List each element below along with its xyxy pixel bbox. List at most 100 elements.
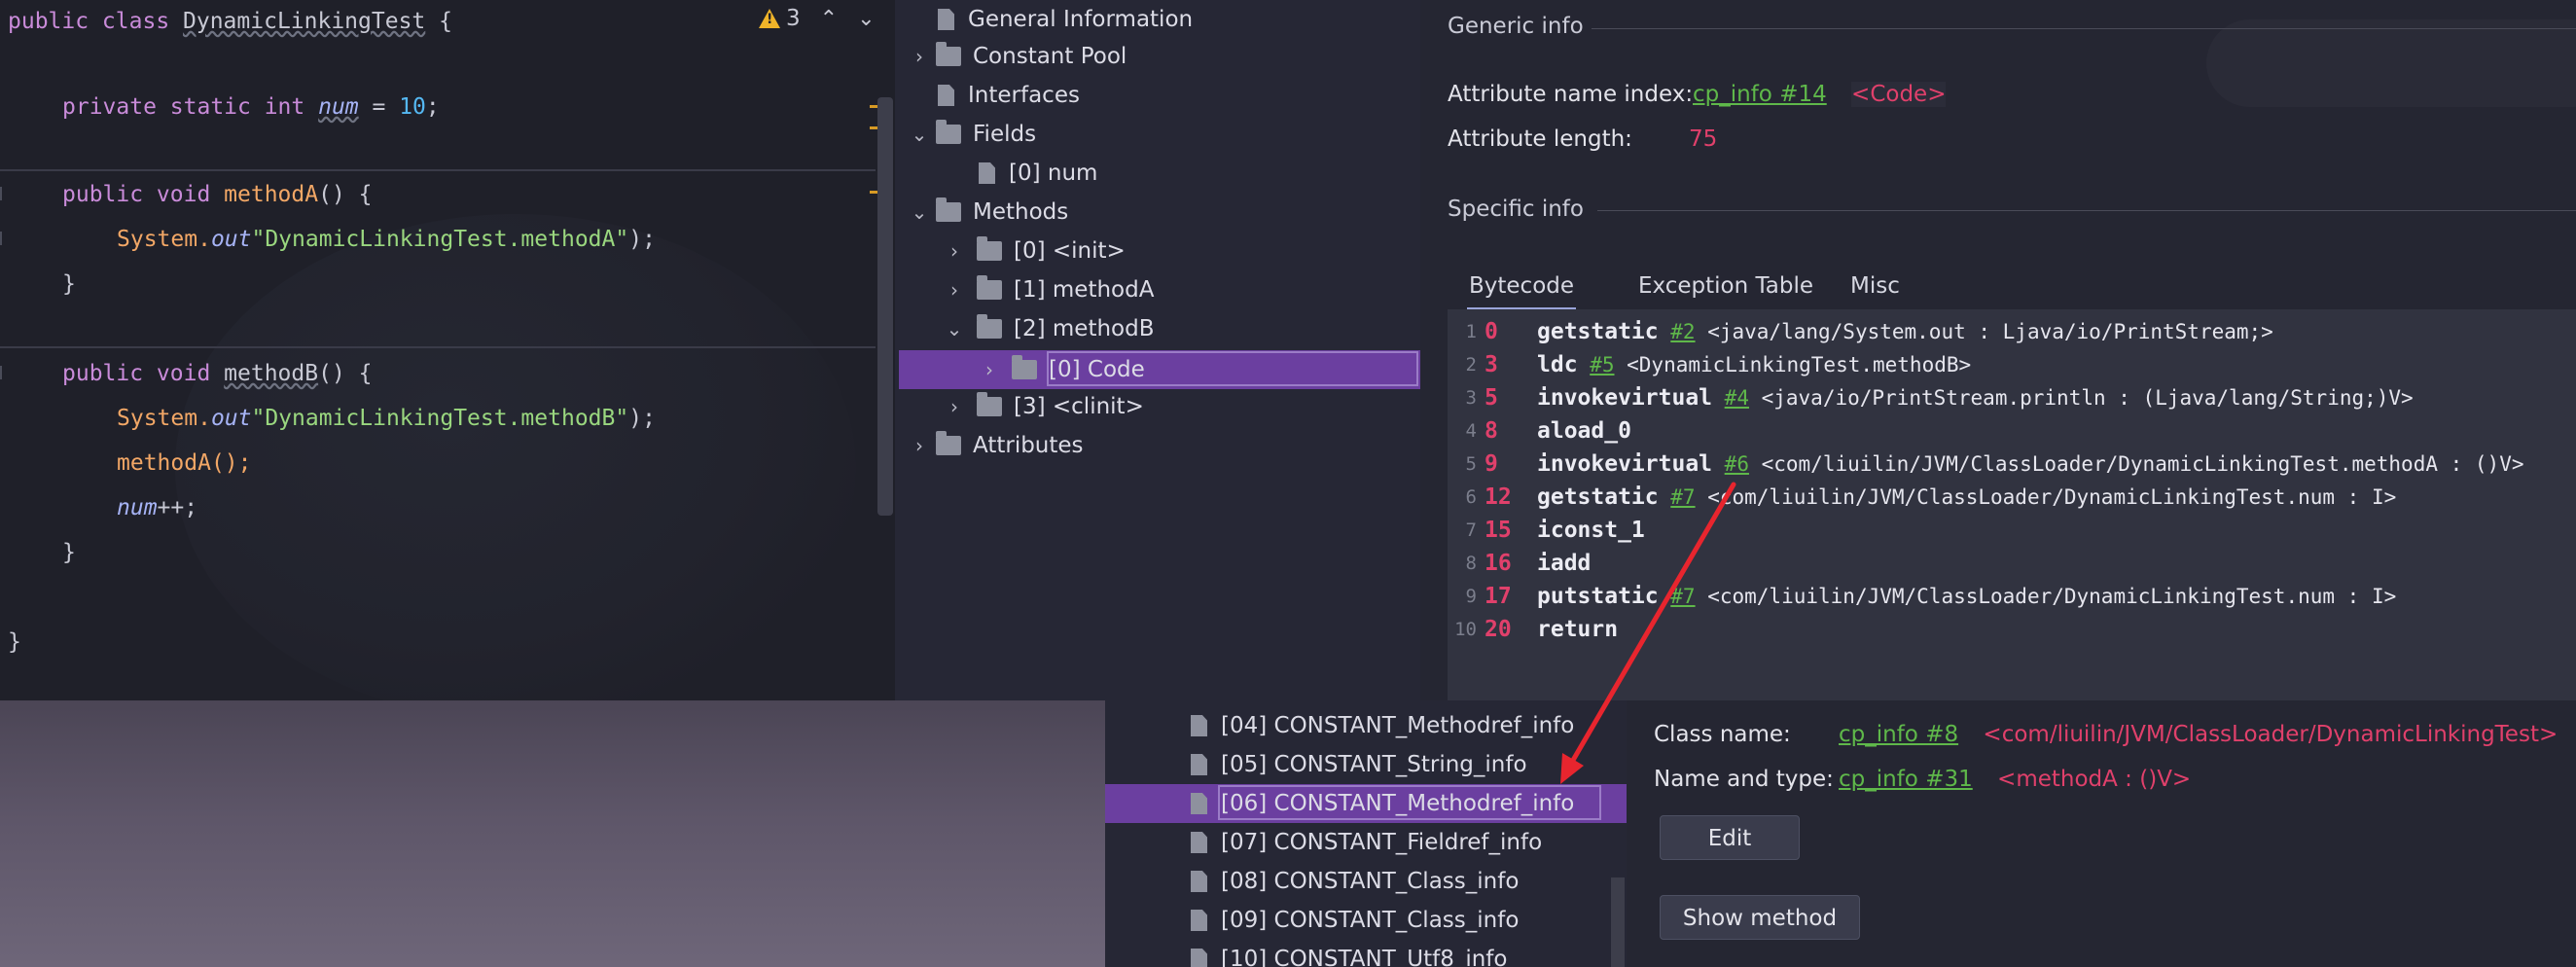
cp-ref-link[interactable]: #2: [1670, 320, 1695, 343]
bytecode-line[interactable]: 8 16 iadd: [1448, 547, 2576, 580]
tree-item-method-b[interactable]: ⌄ [2] methodB: [944, 309, 1155, 348]
code-line-1[interactable]: public class DynamicLinkingTest {: [8, 0, 452, 43]
bytecode-line[interactable]: 5 9 invokevirtual #6 <com/liuilin/JVM/Clas…: [1448, 448, 2576, 481]
tree-item-label: Methods: [973, 199, 1069, 225]
chevron-right-icon[interactable]: ›: [944, 232, 965, 270]
constant-list-item[interactable]: [06] CONSTANT_Methodref_info: [1191, 784, 1574, 823]
tree-item-label: Attributes: [973, 433, 1084, 458]
editor-scrollbar[interactable]: [877, 97, 893, 516]
code-line-3[interactable]: private static int num = 10;: [62, 86, 440, 128]
tree-item-interfaces[interactable]: Interfaces: [938, 76, 1080, 115]
tree-item-methods[interactable]: ⌄ Methods: [909, 193, 1068, 232]
method-separator: [0, 346, 876, 348]
background-art: [2206, 19, 2576, 107]
fold-marker[interactable]: [0, 187, 10, 200]
bytecode-line[interactable]: 6 12 getstatic #7 <com/liuilin/JVM/ClassLo…: [1448, 481, 2576, 514]
bytecode-listing[interactable]: 1 0 getstatic #2 <java/lang/System.out : L…: [1448, 309, 2576, 700]
bytecode-instruction: putstatic #7 <com/liuilin/JVM/ClassLoade…: [1537, 580, 2396, 613]
tree-item-general-information[interactable]: General Information: [938, 0, 1193, 39]
cp-info-link[interactable]: cp_info #14: [1693, 82, 1827, 107]
bytecode-instruction: getstatic #2 <java/lang/System.out : Lja…: [1537, 315, 2273, 348]
tree-item-field-num[interactable]: [0] num: [979, 154, 1097, 193]
bytecode-line[interactable]: 7 15 iconst_1: [1448, 514, 2576, 547]
bytecode-line[interactable]: 9 17 putstatic #7 <com/liuilin/JVM/ClassLo…: [1448, 580, 2576, 613]
file-icon: [979, 162, 995, 184]
inspection-widget[interactable]: 3 ⌃ ⌄: [759, 6, 876, 31]
constant-pool-list[interactable]: [04] CONSTANT_Methodref_info [05] CONSTAN…: [1105, 700, 1627, 967]
name-and-type-cp-link[interactable]: cp_info #31: [1839, 767, 1973, 792]
code-token: () {: [318, 182, 373, 207]
bytecode-offset: 3: [1485, 352, 1498, 377]
chevron-down-icon[interactable]: ⌄: [909, 193, 930, 232]
fold-marker[interactable]: [0, 232, 10, 245]
constant-list-item[interactable]: [10] CONSTANT_Utf8_info: [1191, 940, 1507, 967]
bytecode-offset: 5: [1485, 385, 1498, 411]
code-line-11[interactable]: methodA();: [117, 442, 251, 484]
tree-item-method-init[interactable]: › [0] <init>: [944, 232, 1126, 270]
code-editor[interactable]: 3 ⌃ ⌄ public class DynamicLinkingTest { …: [0, 0, 895, 700]
tree-item-method-clinit[interactable]: › [3] <clinit>: [944, 387, 1144, 426]
code-line-13[interactable]: }: [62, 531, 76, 574]
code-line-5[interactable]: public void methodA() {: [62, 173, 373, 216]
tab-bytecode[interactable]: Bytecode: [1467, 265, 1576, 310]
chevron-right-icon[interactable]: ›: [944, 387, 965, 426]
code-line-12[interactable]: num++;: [117, 486, 197, 529]
constant-list-item[interactable]: [09] CONSTANT_Class_info: [1191, 901, 1519, 940]
line-number: 4: [1465, 420, 1477, 442]
constant-list-item[interactable]: [07] CONSTANT_Fieldref_info: [1191, 823, 1542, 862]
opcode: return: [1537, 617, 1619, 642]
code-line-6[interactable]: System.out"DynamicLinkingTest.methodA");: [117, 218, 656, 261]
number-token: 10: [399, 94, 426, 120]
cp-ref-link[interactable]: #5: [1590, 353, 1614, 376]
tab-exception-table[interactable]: Exception Table: [1638, 265, 1813, 307]
code-line-10[interactable]: System.out"DynamicLinkingTest.methodB");: [117, 397, 656, 440]
constant-list-item[interactable]: [08] CONSTANT_Class_info: [1191, 862, 1519, 901]
cp-ref-link[interactable]: #4: [1725, 386, 1749, 410]
edit-button[interactable]: Edit: [1660, 815, 1800, 860]
code-line-9[interactable]: public void methodB() {: [62, 352, 373, 395]
line-number: 8: [1465, 553, 1477, 574]
bytecode-line[interactable]: 4 8 aload_0: [1448, 414, 2576, 448]
cp-ref-link[interactable]: #7: [1670, 585, 1695, 608]
cp-ref-link[interactable]: #7: [1670, 485, 1695, 509]
show-method-button[interactable]: Show method: [1660, 895, 1860, 940]
code-line-15[interactable]: }: [8, 621, 21, 663]
chevron-down-icon[interactable]: ⌄: [909, 115, 930, 154]
constant-list-item[interactable]: [04] CONSTANT_Methodref_info: [1191, 706, 1574, 745]
tree-item-code[interactable]: › [0] Code: [979, 350, 1145, 389]
operand-description: <DynamicLinkingTest.methodB>: [1614, 353, 1972, 376]
chevron-down-icon[interactable]: ⌄: [944, 309, 965, 348]
chevron-right-icon[interactable]: ›: [944, 270, 965, 309]
chevron-right-icon[interactable]: ›: [909, 426, 930, 465]
tab-misc[interactable]: Misc: [1850, 265, 1900, 307]
constant-item-label: [07] CONSTANT_Fieldref_info: [1221, 830, 1543, 855]
chevron-up-icon[interactable]: ⌃: [820, 7, 838, 31]
specific-info-title: Specific info: [1448, 197, 1584, 222]
tree-item-fields[interactable]: ⌄ Fields: [909, 115, 1036, 154]
tree-item-constant-pool[interactable]: › Constant Pool: [909, 37, 1127, 76]
attribute-name-index-label: Attribute name index:: [1448, 82, 1694, 107]
bytecode-line[interactable]: 2 3 ldc #5 <DynamicLinkingTest.methodB>: [1448, 348, 2576, 381]
bytecode-line[interactable]: 10 20 return: [1448, 613, 2576, 646]
chevron-down-icon[interactable]: ⌄: [857, 7, 875, 31]
class-name-cp-link[interactable]: cp_info #8: [1839, 722, 1958, 747]
opcode: getstatic: [1537, 319, 1659, 344]
code-line-7[interactable]: }: [62, 263, 76, 305]
fold-marker[interactable]: [0, 366, 10, 379]
file-icon: [938, 85, 954, 106]
cp-ref-link[interactable]: #6: [1725, 452, 1749, 476]
section-divider: [1592, 28, 2576, 29]
bytecode-line[interactable]: 1 0 getstatic #2 <java/lang/System.out : L…: [1448, 315, 2576, 348]
class-name-label: Class name:: [1654, 722, 1791, 747]
constant-list-scrollbar[interactable]: [1611, 877, 1625, 967]
name-and-type-label: Name and type:: [1654, 767, 1834, 792]
method-name-token: methodB: [224, 361, 319, 386]
tree-item-attributes[interactable]: › Attributes: [909, 426, 1084, 465]
tree-item-label: [1] methodA: [1014, 277, 1155, 303]
operand-description: <java/io/PrintStream.println : (Ljava/la…: [1748, 386, 2414, 410]
tree-item-method-a[interactable]: › [1] methodA: [944, 270, 1154, 309]
bytecode-line[interactable]: 3 5 invokevirtual #4 <java/io/PrintStream.…: [1448, 381, 2576, 414]
constant-list-item[interactable]: [05] CONSTANT_String_info: [1191, 745, 1527, 784]
chevron-right-icon[interactable]: ›: [909, 37, 930, 76]
chevron-right-icon[interactable]: ›: [979, 350, 1000, 389]
